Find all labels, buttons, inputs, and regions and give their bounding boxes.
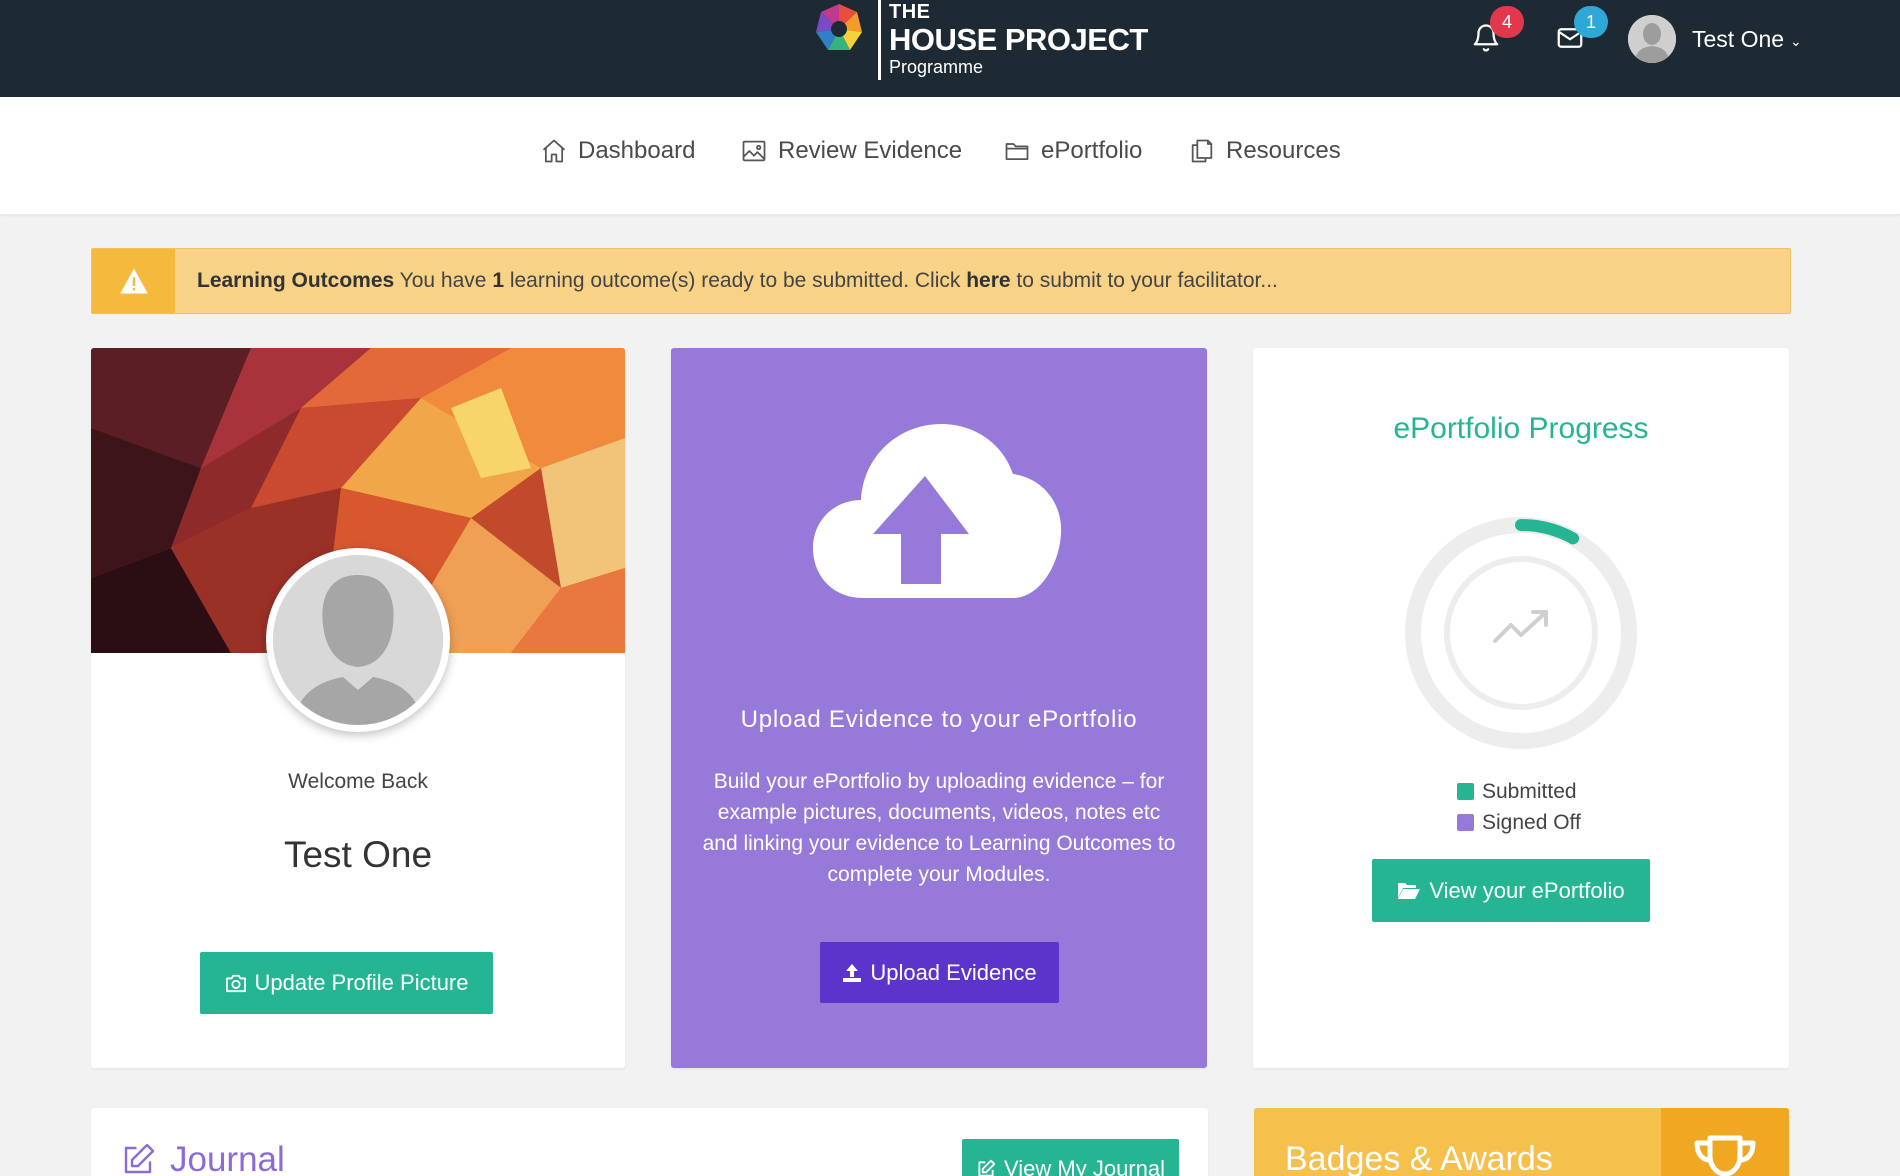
trophy-box <box>1661 1108 1789 1176</box>
view-eportfolio-button[interactable]: View your ePortfolio <box>1372 859 1650 922</box>
legend-swatch-submitted <box>1457 783 1474 800</box>
upload-description: Build your ePortfolio by uploading evide… <box>702 770 1176 886</box>
legend-swatch-signed-off <box>1457 814 1474 831</box>
eportfolio-progress-card: ePortfolio Progress Submitted Signed Off… <box>1253 348 1789 1068</box>
notifications-button[interactable]: 4 <box>1466 6 1524 58</box>
edit-icon <box>124 1143 155 1174</box>
journal-card: Journal View My Journal <box>91 1108 1208 1176</box>
alert-text-middle: learning outcome(s) ready to be submitte… <box>504 269 967 292</box>
edit-icon <box>978 1159 996 1176</box>
chevron-down-icon: ⌄ <box>1790 32 1802 49</box>
folder-open-icon <box>1398 882 1421 899</box>
upload-title: Upload Evidence to your ePortfolio <box>740 706 1138 733</box>
progress-donut-chart <box>1405 517 1637 749</box>
logo-line-the: THE <box>889 1 931 23</box>
alert-text-after: to submit to your facilitator... <box>1010 269 1278 292</box>
alert-icon-box <box>92 249 175 313</box>
logo-mark-icon <box>816 4 862 50</box>
alert-title: Learning Outcomes <box>197 269 395 292</box>
trending-up-icon <box>1493 610 1548 643</box>
folder-icon <box>1005 143 1029 161</box>
user-avatar <box>1628 15 1676 63</box>
nav-item-dashboard[interactable]: Dashboard <box>540 137 695 165</box>
legend-submitted: Submitted <box>1457 776 1581 807</box>
copy-icon <box>1191 139 1213 163</box>
image-icon <box>742 140 766 162</box>
nav-label-dashboard: Dashboard <box>578 137 696 164</box>
home-icon <box>542 139 566 163</box>
upload-evidence-card: Upload Evidence to your ePortfolio Build… <box>671 348 1207 1068</box>
profile-avatar[interactable] <box>266 548 450 732</box>
messages-button[interactable]: 1 <box>1550 6 1608 58</box>
top-bar: THE HOUSE PROJECT Programme 4 1 Test One… <box>0 0 1900 97</box>
profile-avatar-image <box>273 555 443 725</box>
user-menu[interactable]: Test One ⌄ <box>1628 14 1802 64</box>
badges-awards-card: Badges & Awards <box>1254 1108 1789 1176</box>
user-name: Test One <box>1692 25 1785 52</box>
cloud-upload-icon <box>813 424 1062 598</box>
legend-label-submitted: Submitted <box>1482 779 1577 803</box>
upload-evidence-button[interactable]: Upload Evidence <box>820 942 1059 1003</box>
logo-line-main: HOUSE PROJECT <box>889 22 1148 57</box>
trophy-icon <box>1694 1135 1756 1176</box>
alert-count: 1 <box>492 269 504 292</box>
badges-title: Badges & Awards <box>1285 1140 1553 1176</box>
alert-text-before: You have <box>394 269 493 292</box>
legend-signed-off: Signed Off <box>1457 807 1581 838</box>
house-project-logo[interactable]: THE HOUSE PROJECT Programme <box>810 0 1148 82</box>
view-eportfolio-label: View your ePortfolio <box>1429 877 1625 903</box>
welcome-text: Welcome Back <box>288 770 428 793</box>
journal-heading: Journal <box>120 1140 285 1176</box>
view-journal-label: View My Journal <box>1004 1156 1165 1176</box>
nav-label-review-evidence: Review Evidence <box>778 137 963 164</box>
progress-legend: Submitted Signed Off <box>1457 776 1581 838</box>
update-profile-picture-button[interactable]: Update Profile Picture <box>200 952 493 1014</box>
journal-title: Journal <box>170 1140 285 1176</box>
camera-icon <box>225 974 246 993</box>
person-silhouette-icon <box>273 555 443 725</box>
person-silhouette-icon <box>1628 15 1676 63</box>
update-profile-picture-label: Update Profile Picture <box>254 970 469 995</box>
nav-item-resources[interactable]: Resources <box>1188 137 1341 165</box>
nav-label-eportfolio: ePortfolio <box>1041 137 1143 164</box>
main-nav: Dashboard Review Evidence ePortfolio Res… <box>0 97 1900 215</box>
alert-submit-link[interactable]: here <box>966 269 1010 292</box>
logo-text: THE HOUSE PROJECT Programme <box>889 0 1148 76</box>
learning-outcomes-alert: Learning Outcomes You have 1 learning ou… <box>91 248 1791 314</box>
upload-evidence-label: Upload Evidence <box>870 959 1037 985</box>
warning-icon <box>119 268 148 294</box>
notifications-count-badge: 4 <box>1490 6 1524 38</box>
nav-item-eportfolio[interactable]: ePortfolio <box>1003 137 1142 165</box>
alert-message: Learning Outcomes You have 1 learning ou… <box>197 269 1278 293</box>
profile-name: Test One <box>283 834 433 875</box>
progress-title: ePortfolio Progress <box>1393 412 1649 445</box>
nav-item-review-evidence[interactable]: Review Evidence <box>740 137 962 165</box>
profile-card: Welcome Back Test One Update Profile Pic… <box>91 348 625 1068</box>
logo-divider <box>878 0 881 80</box>
view-journal-button[interactable]: View My Journal <box>962 1139 1179 1176</box>
messages-count-badge: 1 <box>1574 6 1608 38</box>
logo-line-sub: Programme <box>889 57 984 77</box>
nav-label-resources: Resources <box>1226 137 1341 164</box>
legend-label-signed-off: Signed Off <box>1482 810 1581 834</box>
upload-icon <box>843 963 862 982</box>
